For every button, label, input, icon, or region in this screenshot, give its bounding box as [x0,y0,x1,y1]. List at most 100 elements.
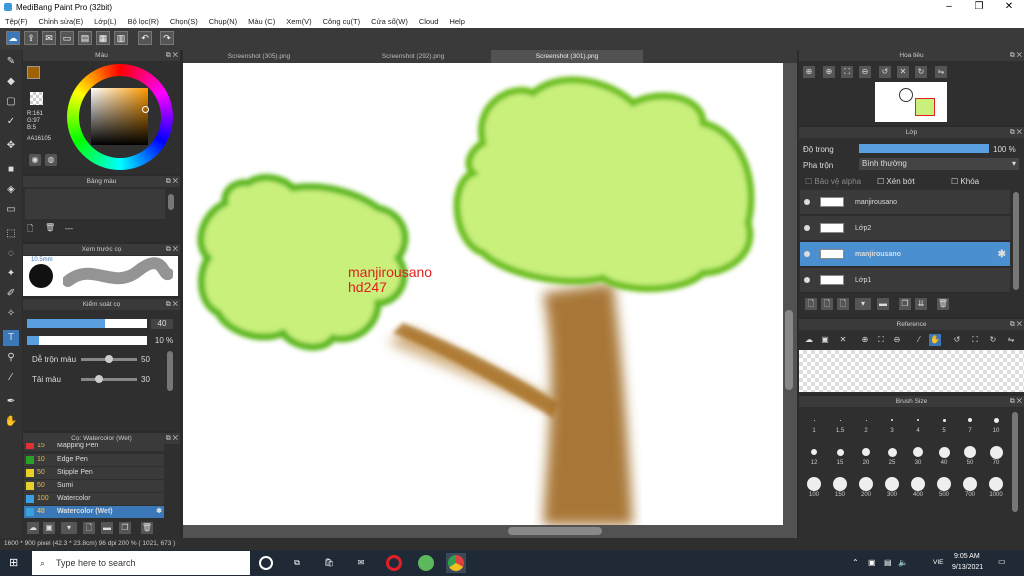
menu-window[interactable]: Cửa sổ(W) [366,17,414,26]
ref-folder-icon[interactable]: ▣ [819,334,831,346]
brush-size-cell[interactable]: 4 [907,412,929,440]
brush-size-cell[interactable]: 100 [803,476,825,504]
protect-alpha-checkbox[interactable]: ☐ Bảo vệ alpha [805,177,861,186]
navigator-thumbnail[interactable] [875,82,947,122]
reference-area[interactable] [799,350,1024,392]
brush-control-scrollbar[interactable] [167,351,173,391]
cloud-icon[interactable]: ☁ [6,31,20,45]
transparent-swatch[interactable] [30,92,43,105]
panel-close-icon[interactable]: ⧉ ✕ [1010,396,1022,407]
color-mode-icon[interactable]: ◉ [29,154,41,166]
panel-icon[interactable]: ▤ [78,31,92,45]
visibility-icon[interactable] [804,251,810,257]
fill-rect-tool-icon[interactable]: ■ [3,162,19,178]
menu-capture[interactable]: Chụp(N) [204,17,243,26]
nav-zoom-in2-icon[interactable]: ⊕ [823,66,835,78]
tray-lang[interactable]: VIE [933,559,943,566]
undo-icon[interactable]: ↶ [138,31,152,45]
menu-layer[interactable]: Lớp(L) [89,17,122,26]
panel-close-icon[interactable]: ⧉ ✕ [166,176,178,187]
visibility-icon[interactable] [804,199,810,205]
brush-size-slider[interactable] [27,319,147,328]
new-palette-icon[interactable]: 🗋 [27,223,39,235]
ref-close-icon[interactable]: ✕ [837,334,849,346]
store-icon[interactable]: 🛍 [322,556,336,570]
taskbar-search-box[interactable]: ⌕ Type here to search [32,551,250,575]
panel-close-icon[interactable]: ⧉ ✕ [166,299,178,310]
brush-size-cell[interactable]: 25 [881,444,903,472]
ref-fit-icon[interactable]: ⛶ [875,334,887,346]
tab-screenshot-292[interactable]: Screenshot (292).png [337,50,489,63]
minimize-icon[interactable]: – [934,0,964,14]
layer-scrollbar[interactable] [1013,192,1019,290]
select-eraser-tool-icon[interactable]: ✧ [3,306,19,322]
task-view-icon[interactable]: ⧉ [290,556,304,570]
select-pen-tool-icon[interactable]: ✐ [3,286,19,302]
menu-view[interactable]: Xem(V) [281,17,317,26]
brush-size-scrollbar[interactable] [1012,412,1018,512]
palette-area[interactable] [25,189,165,219]
tab-screenshot-305[interactable]: Screenshot (305).png [183,50,335,63]
merge-layer-icon[interactable]: ⇊ [915,298,927,310]
clock-time[interactable]: 9:05 AM [954,553,980,560]
tray-app-icon[interactable]: ▣ [868,558,876,567]
layer-row[interactable]: Lớp2 [800,216,1010,241]
speech-icon[interactable]: ▭ [60,31,74,45]
brush-item[interactable]: 50 Sumi [24,480,164,492]
drawing-canvas[interactable]: manjirousano hd247 [183,63,783,525]
blend-slider[interactable] [81,355,137,363]
ref-eyedropper-icon[interactable]: ⁄ [913,334,925,346]
gradient-tool-icon[interactable]: ▭ [3,202,19,218]
nav-rotate-left-icon[interactable]: ↺ [879,66,891,78]
panel-close-icon[interactable]: ⧉ ✕ [166,244,178,255]
eyedropper-tool-icon[interactable]: ⁄ [3,370,19,386]
move-tool-icon[interactable]: ✥ [3,138,19,154]
delete-layer-icon[interactable]: 🗑 [937,298,949,310]
panel-close-icon[interactable]: ⧉ ✕ [1010,127,1022,138]
brush-size-cell[interactable]: 20 [855,444,877,472]
brush-size-cell[interactable]: 500 [933,476,955,504]
layer-blend-select[interactable]: Bình thường ▾ [859,158,1019,170]
windows-start-icon[interactable]: ⊞ [9,557,21,569]
brush-item[interactable]: 100 Watercolor [24,493,164,505]
brush-tool-icon[interactable]: ✎ [3,54,19,70]
new-layer3-icon[interactable]: 🗋 [837,298,849,310]
tray-volume-icon[interactable]: 🔈 [898,558,908,567]
ref-zoom-in-icon[interactable]: ⊕ [859,334,871,346]
nav-rotate-right-icon[interactable]: ↻ [915,66,927,78]
layout-icon[interactable]: ▥ [114,31,128,45]
grid-icon[interactable]: ▦ [96,31,110,45]
layer-opacity-slider[interactable] [859,144,989,153]
brush-size-cell[interactable]: 30 [907,444,929,472]
brush-duplicate-icon[interactable]: ❐ [119,522,131,534]
menu-filter[interactable]: Bộ lọc(R) [123,17,165,26]
operation-tool-icon[interactable]: ⚲ [3,350,19,366]
brush-item[interactable]: 15 Mapping Pen [24,443,164,451]
lasso-tool-icon[interactable]: ◌ [3,246,19,262]
brush-size-cell[interactable]: 12 [803,444,825,472]
dropper-tool-icon[interactable]: ✒ [3,394,19,410]
layer-settings-icon[interactable]: ✱ [998,249,1006,260]
ref-cloud-icon[interactable]: ☁ [803,334,815,346]
panel-close-icon[interactable]: ⧉ ✕ [166,50,178,61]
add-layer-dropdown-icon[interactable]: ▾ [855,298,871,310]
nav-zoom-out-icon[interactable]: ⊖ [859,66,871,78]
app-green-icon[interactable] [418,555,434,571]
opera-icon[interactable] [386,555,402,571]
panel-close-icon[interactable]: ⧉ ✕ [1010,319,1022,330]
layer-row-selected[interactable]: manjirousano ✱ [800,242,1010,267]
menu-file[interactable]: Tệp(F) [0,17,34,26]
brush-size-value[interactable]: 40 [151,319,173,329]
visibility-icon[interactable] [804,225,810,231]
hand-tool-icon[interactable]: ✋ [3,414,19,430]
layer-folder-icon[interactable]: ▬ [877,298,889,310]
ref-reset-icon[interactable]: ⛶ [969,334,981,346]
layer-row[interactable]: manjirousano [800,190,1010,215]
brush-add-icon[interactable]: ▾ [61,522,77,534]
color-sample-icon[interactable]: ◍ [45,154,57,166]
menu-tools[interactable]: Công cụ(T) [318,17,367,26]
brush-item-selected[interactable]: 40 Watercolor (Wet) ✱ [24,506,164,518]
brush-size-cell[interactable]: 5 [933,412,955,440]
new-layer-icon[interactable]: 🗋 [805,298,817,310]
brush-item[interactable]: 50 Stipple Pen [24,467,164,479]
